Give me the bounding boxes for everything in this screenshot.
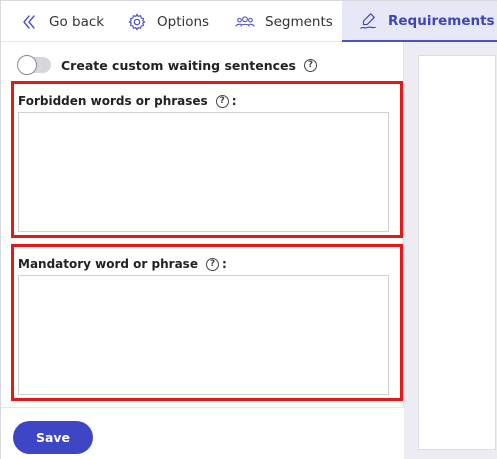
forbidden-words-label: Forbidden words or phrases bbox=[18, 94, 208, 108]
tab-go-back[interactable]: Go back bbox=[19, 1, 104, 42]
custom-waiting-toggle-row: Create custom waiting sentences ? bbox=[17, 55, 317, 75]
mandatory-words-label-row: Mandatory word or phrase ? : bbox=[18, 257, 227, 271]
tab-bar: Go back Options Segments Requirements bbox=[1, 1, 497, 42]
signature-icon bbox=[358, 11, 378, 31]
tab-options-label: Options bbox=[157, 13, 210, 30]
requirements-form: Create custom waiting sentences ? Forbid… bbox=[1, 42, 404, 459]
gear-icon bbox=[127, 12, 147, 32]
tab-requirements-label: Requirements bbox=[388, 12, 495, 29]
label-colon: : bbox=[231, 94, 237, 108]
save-button[interactable]: Save bbox=[13, 421, 93, 454]
custom-waiting-toggle[interactable] bbox=[17, 55, 51, 75]
forbidden-words-label-row: Forbidden words or phrases ? : bbox=[18, 94, 237, 108]
double-chevron-left-icon bbox=[19, 12, 39, 32]
tab-go-back-label: Go back bbox=[49, 13, 105, 30]
label-colon: : bbox=[221, 257, 227, 271]
help-icon[interactable]: ? bbox=[205, 257, 219, 271]
tab-requirements[interactable]: Requirements bbox=[342, 1, 497, 42]
help-icon[interactable]: ? bbox=[303, 58, 317, 72]
help-icon[interactable]: ? bbox=[215, 94, 229, 108]
tab-segments-label: Segments bbox=[265, 13, 333, 30]
form-footer: Save bbox=[1, 407, 404, 459]
custom-waiting-label: Create custom waiting sentences bbox=[61, 57, 296, 73]
users-icon bbox=[235, 12, 255, 32]
mandatory-words-input[interactable] bbox=[18, 275, 389, 395]
forbidden-words-input[interactable] bbox=[18, 112, 389, 232]
side-panel-card bbox=[418, 55, 496, 450]
forbidden-words-section: Forbidden words or phrases ? : bbox=[11, 81, 403, 238]
toggle-knob bbox=[17, 55, 37, 75]
tab-segments[interactable]: Segments bbox=[235, 1, 333, 42]
mandatory-words-label: Mandatory word or phrase bbox=[18, 257, 198, 271]
tab-options[interactable]: Options bbox=[127, 1, 209, 42]
app-frame: Go back Options Segments Requirements Cr… bbox=[0, 0, 497, 459]
mandatory-words-section: Mandatory word or phrase ? : bbox=[11, 244, 403, 401]
